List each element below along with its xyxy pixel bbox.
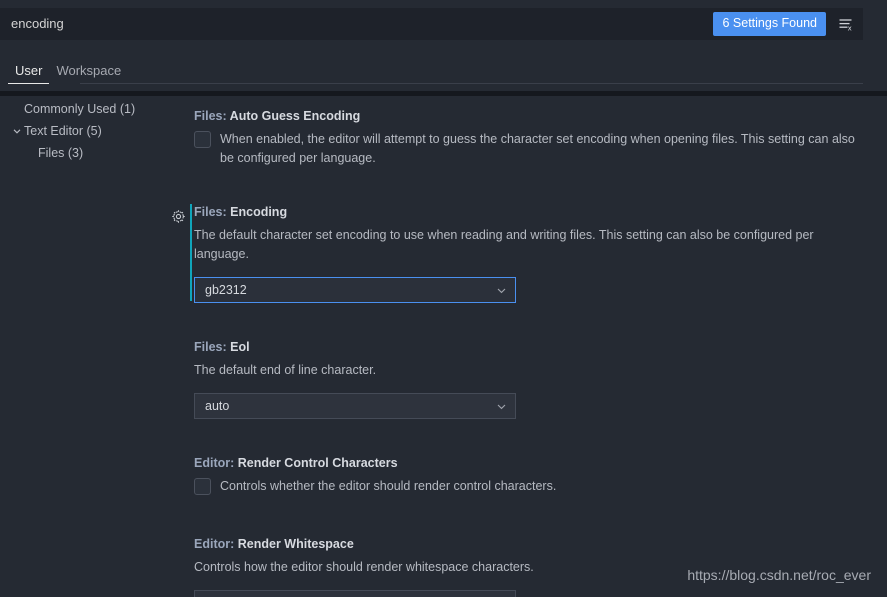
setting-title: Files: Auto Guess Encoding (194, 108, 863, 125)
setting-title: Files: Encoding (194, 204, 863, 221)
checkbox-auto-guess-encoding[interactable] (194, 131, 211, 148)
setting-category: Files: (194, 205, 227, 219)
setting-spacer (164, 425, 863, 443)
dropdown-value: gb2312 (205, 283, 247, 297)
modified-indicator (190, 204, 192, 301)
dropdown-files-eol[interactable]: auto (194, 393, 516, 419)
search-box[interactable]: 6 Settings Found x (0, 8, 863, 40)
chevron-down-icon[interactable] (10, 126, 24, 136)
tab-workspace-label: Workspace (56, 63, 122, 78)
setting-category: Files: (194, 109, 227, 123)
setting-files-encoding: Files: Encoding The default character se… (164, 192, 863, 309)
settings-body: Commonly Used (1) Text Editor (5) Files … (0, 96, 887, 597)
watermark: https://blog.csdn.net/roc_ever (687, 567, 871, 583)
setting-description: The default character set encoding to us… (194, 228, 814, 261)
setting-category: Files: (194, 340, 227, 354)
setting-title: Editor: Render Whitespace (194, 536, 863, 553)
chevron-down-icon (496, 285, 507, 296)
settings-found-badge: 6 Settings Found (713, 12, 826, 36)
setting-spacer (164, 174, 863, 192)
svg-text:x: x (847, 24, 851, 32)
setting-category: Editor: (194, 537, 235, 551)
toc-item-text-editor[interactable]: Text Editor (5) (0, 120, 178, 142)
settings-tabs: User Workspace (8, 56, 128, 84)
setting-files-eol: Files: Eol The default end of line chara… (164, 327, 863, 425)
settings-list: Files: Auto Guess Encoding When enabled,… (164, 96, 863, 597)
search-input[interactable] (1, 9, 714, 39)
toc-item-files[interactable]: Files (3) (0, 142, 178, 164)
setting-name: Auto Guess Encoding (229, 109, 361, 123)
setting-category: Editor: (194, 456, 235, 470)
tabs-divider (80, 83, 863, 84)
tab-user-label: User (15, 63, 43, 78)
setting-spacer (164, 309, 863, 327)
toc-item-commonly-used[interactable]: Commonly Used (1) (0, 98, 178, 120)
dropdown-editor-render-whitespace[interactable]: none (194, 590, 516, 597)
toc-item-files-label: Files (3) (38, 146, 84, 160)
setting-control-row: When enabled, the editor will attempt to… (194, 130, 863, 168)
settings-search-header: 6 Settings Found x (0, 0, 887, 48)
chevron-down-icon (496, 401, 507, 412)
setting-name: Encoding (230, 205, 288, 219)
setting-editor-render-control-characters: Editor: Render Control Characters Contro… (164, 443, 863, 502)
gear-icon[interactable] (170, 208, 186, 224)
setting-title: Files: Eol (194, 339, 863, 356)
settings-toc: Commonly Used (1) Text Editor (5) Files … (0, 96, 178, 164)
setting-name: Render Control Characters (237, 456, 398, 470)
tab-workspace[interactable]: Workspace (49, 64, 128, 84)
setting-name: Render Whitespace (237, 537, 354, 551)
setting-spacer (164, 502, 863, 520)
dropdown-value: auto (205, 399, 230, 413)
settings-editor: 6 Settings Found x User Workspace (0, 0, 887, 597)
setting-control-row: Controls whether the editor should rende… (194, 477, 863, 496)
checkbox-render-control-characters[interactable] (194, 478, 211, 495)
clear-filter-icon[interactable]: x (834, 13, 856, 35)
setting-title: Editor: Render Control Characters (194, 455, 863, 472)
settings-tabs-row: User Workspace (0, 48, 887, 92)
setting-description: The default end of line character. (194, 363, 377, 377)
tab-user[interactable]: User (8, 63, 50, 84)
setting-editor-render-whitespace: Editor: Render Whitespace Controls how t… (164, 524, 863, 597)
setting-name: Eol (230, 340, 250, 354)
toc-item-text-editor-label: Text Editor (5) (24, 124, 102, 138)
setting-files-auto-guess-encoding: Files: Auto Guess Encoding When enabled,… (164, 96, 863, 174)
setting-description: When enabled, the editor will attempt to… (220, 132, 855, 165)
toc-item-commonly-used-label: Commonly Used (1) (24, 102, 136, 116)
setting-description: Controls whether the editor should rende… (220, 479, 557, 493)
dropdown-files-encoding[interactable]: gb2312 (194, 277, 516, 303)
